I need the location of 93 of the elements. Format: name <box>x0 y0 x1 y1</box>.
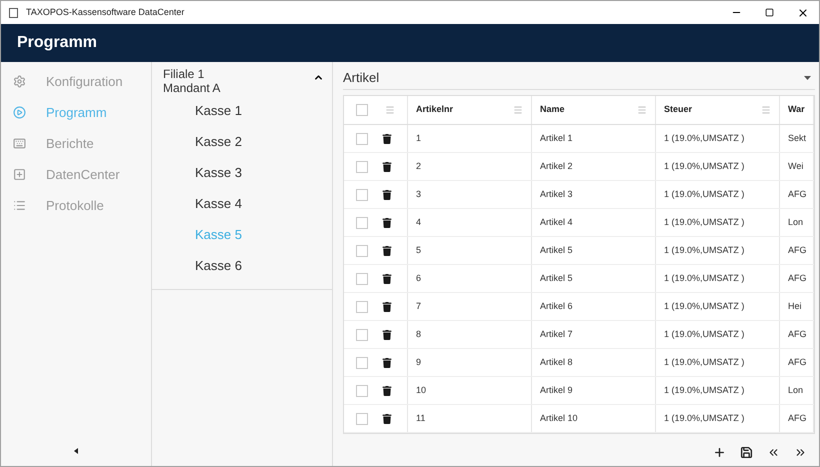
register-item[interactable]: Kasse 2 <box>195 132 242 152</box>
table-cell-text: 9 <box>416 356 422 369</box>
table-cell-text: Hei <box>788 300 802 313</box>
save-icon[interactable] <box>740 446 753 458</box>
register-item[interactable]: Kasse 4 <box>195 194 242 214</box>
table-cell-text: 8 <box>416 328 422 341</box>
table-cell-text: Artikel 1 <box>540 132 573 145</box>
table-cell-text: Lon <box>788 216 804 229</box>
table-cell-text: Wei <box>788 160 804 173</box>
window-title: TAXOPOS-Kassensoftware DataCenter <box>26 6 184 19</box>
caret-icon <box>804 76 811 80</box>
table-cell-text: Lon <box>788 384 804 397</box>
table-cell-text: 1 (19.0%,UMSATZ ) <box>664 160 744 173</box>
table-cell-text: 6 <box>416 272 422 285</box>
list-icon <box>13 199 26 212</box>
table-cell-text: 11 <box>416 412 426 425</box>
checkbox[interactable] <box>356 244 368 256</box>
add-icon[interactable] <box>713 446 726 458</box>
table-cell-text: 1 (19.0%,UMSATZ ) <box>664 272 744 285</box>
close-icon <box>796 6 808 18</box>
table-cell-text: Artikel 8 <box>540 356 573 369</box>
table-cell-text: Artikel 7 <box>540 328 573 341</box>
table-cell-text: Artikel 5 <box>540 272 573 285</box>
page-title: Programm <box>17 33 98 53</box>
table-cell-text: 3 <box>416 188 422 201</box>
trash-icon[interactable] <box>382 330 392 340</box>
register-item[interactable]: Kasse 1 <box>195 100 242 120</box>
app-icon <box>9 8 18 18</box>
table-cell-text: 2 <box>416 160 422 173</box>
table-cell-text: AFG <box>788 188 807 201</box>
trash-icon[interactable] <box>382 386 392 396</box>
collapse-arrow-icon[interactable] <box>74 448 78 454</box>
table-cell-text: 10 <box>416 384 426 397</box>
keyboard-icon <box>13 137 26 150</box>
checkbox[interactable] <box>356 412 368 424</box>
checkbox[interactable] <box>356 328 368 340</box>
trash-icon[interactable] <box>382 162 392 172</box>
article-dropdown[interactable]: Artikel <box>343 66 815 90</box>
trash-icon[interactable] <box>382 246 392 256</box>
gear-icon <box>13 75 26 88</box>
column-header[interactable]: War <box>788 103 805 117</box>
table-cell-text: 1 (19.0%,UMSATZ ) <box>664 188 744 201</box>
branch-subtitle: Mandant A <box>163 81 220 95</box>
table-cell-text: 4 <box>416 216 422 229</box>
checkbox[interactable] <box>356 356 368 368</box>
table-cell-text: 1 (19.0%,UMSATZ ) <box>664 356 744 369</box>
table-cell-text: 7 <box>416 300 422 313</box>
play-circle-icon <box>13 106 26 119</box>
table-cell-text: 1 (19.0%,UMSATZ ) <box>664 384 744 397</box>
table-cell-text: 1 (19.0%,UMSATZ ) <box>664 244 744 257</box>
table-cell-text: Artikel 4 <box>540 216 573 229</box>
table-cell-text: AFG <box>788 244 807 257</box>
checkbox[interactable] <box>356 216 368 228</box>
table-cell-text: Artikel 5 <box>540 244 573 257</box>
table-cell-text: 5 <box>416 244 422 257</box>
table-cell-text: Artikel 9 <box>540 384 573 397</box>
trash-icon[interactable] <box>382 274 392 284</box>
column-header[interactable]: Steuer <box>664 103 692 117</box>
table-cell-text: 1 (19.0%,UMSATZ ) <box>664 328 744 341</box>
maximize-icon <box>765 8 774 17</box>
column-header[interactable]: Artikelnr <box>416 103 454 117</box>
register-item[interactable]: Kasse 6 <box>195 256 242 276</box>
trash-icon[interactable] <box>382 414 392 424</box>
table-cell-text: Artikel 10 <box>540 412 578 425</box>
trash-icon[interactable] <box>382 134 392 144</box>
table-cell-text: 1 (19.0%,UMSATZ ) <box>664 300 744 313</box>
checkbox[interactable] <box>356 300 368 312</box>
checkbox[interactable] <box>356 132 368 144</box>
trash-icon[interactable] <box>382 358 392 368</box>
table-cell-text: 1 <box>416 132 422 145</box>
checkbox[interactable] <box>356 384 368 396</box>
trash-icon[interactable] <box>382 218 392 228</box>
table-cell-text: AFG <box>788 412 807 425</box>
table-cell-text: Artikel 3 <box>540 188 573 201</box>
checkbox[interactable] <box>356 160 368 172</box>
grid-square-icon <box>13 168 26 181</box>
table-cell-text: AFG <box>788 328 807 341</box>
checkbox[interactable] <box>356 104 368 116</box>
table-cell-text: Artikel 6 <box>540 300 573 313</box>
table-cell-text: AFG <box>788 356 807 369</box>
table-cell-text: 1 (19.0%,UMSATZ ) <box>664 412 744 425</box>
table-cell-text: Sekt <box>788 132 806 145</box>
register-item[interactable]: Kasse 3 <box>195 162 242 182</box>
table-cell-text: 1 (19.0%,UMSATZ ) <box>664 132 744 145</box>
checkbox[interactable] <box>356 188 368 200</box>
table-cell-text: 1 (19.0%,UMSATZ ) <box>664 216 744 229</box>
column-header[interactable]: Name <box>540 103 565 117</box>
table-cell-text: Artikel 2 <box>540 160 573 173</box>
trash-icon[interactable] <box>382 190 392 200</box>
branch-title: Filiale 1 <box>163 67 206 81</box>
checkbox[interactable] <box>356 272 368 284</box>
table-cell-text: AFG <box>788 272 807 285</box>
trash-icon[interactable] <box>382 302 392 312</box>
